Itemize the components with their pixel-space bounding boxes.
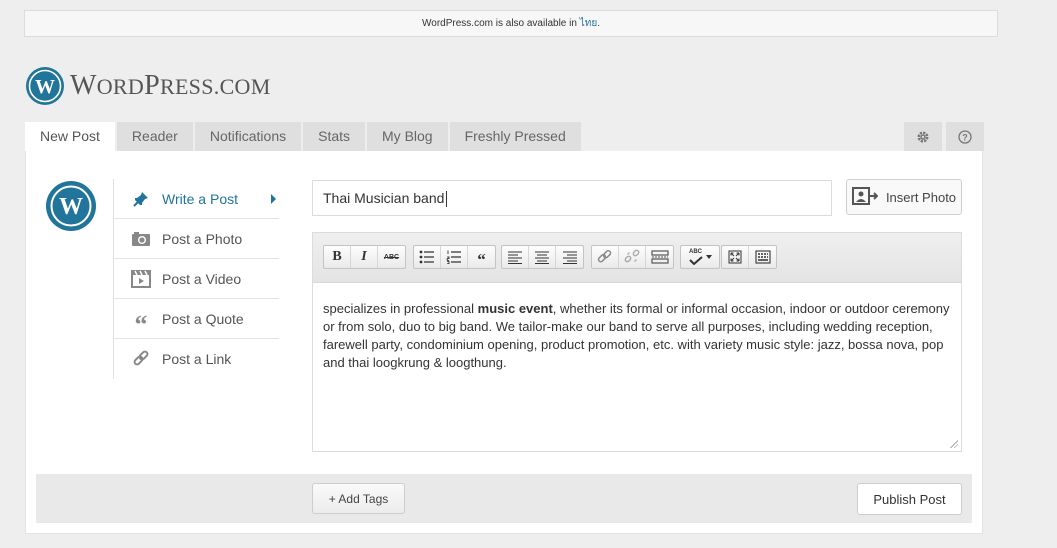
bold-button[interactable]: B (324, 246, 351, 268)
wordpress-w-icon: W (45, 180, 97, 237)
resize-handle-icon[interactable] (949, 439, 958, 448)
post-type-label: Write a Post (162, 190, 238, 207)
language-link[interactable]: ไทย (580, 18, 597, 29)
add-tags-button[interactable]: + Add Tags (312, 483, 405, 514)
insert-photo-button[interactable]: Insert Photo (846, 179, 962, 215)
caret-right-icon (271, 194, 276, 204)
help-icon[interactable]: ? (946, 122, 984, 151)
bullet-list-button[interactable] (414, 246, 441, 268)
bullet-list-icon (419, 250, 434, 264)
view-group (721, 245, 777, 269)
post-type-quote[interactable]: “ Post a Quote (114, 299, 279, 339)
insert-photo-icon (851, 186, 879, 208)
post-title-value: Thai Musician band (323, 190, 445, 206)
content-text: specializes in professional (323, 301, 478, 316)
fullscreen-button[interactable] (722, 246, 749, 268)
post-type-label: Post a Quote (162, 310, 244, 327)
kitchen-sink-icon (754, 250, 771, 264)
post-type-label: Post a Link (162, 351, 232, 367)
editor-toolbar: B I ABC “ ABC (313, 233, 961, 283)
format-group: B I ABC (323, 245, 406, 269)
align-right-button[interactable] (556, 246, 583, 268)
unlink-button[interactable] (619, 246, 646, 268)
tab-new-post[interactable]: New Post (25, 122, 115, 151)
text-cursor (446, 191, 448, 208)
align-right-icon (562, 250, 577, 264)
numbered-list-button[interactable] (441, 246, 468, 268)
list-group: “ (413, 245, 496, 269)
tab-notifications[interactable]: Notifications (194, 122, 302, 151)
align-center-icon (535, 250, 549, 264)
post-type-photo[interactable]: Post a Photo (114, 219, 279, 259)
post-content-area[interactable]: specializes in professional music event,… (313, 283, 961, 372)
post-title-input[interactable]: Thai Musician band (312, 180, 832, 216)
align-left-button[interactable] (502, 246, 529, 268)
align-center-button[interactable] (529, 246, 556, 268)
content-bold-text: music event (477, 301, 553, 316)
wordpress-wordmark: WORDPRESS.COM (70, 70, 271, 101)
wordpress-logo[interactable]: W WORDPRESS.COM (25, 66, 271, 106)
spellcheck-group: ABC (680, 245, 720, 269)
blockquote-button[interactable]: “ (468, 246, 495, 269)
insert-link-button[interactable] (592, 246, 619, 268)
insert-more-button[interactable] (646, 246, 673, 268)
italic-button[interactable]: I (351, 246, 378, 268)
post-footer (36, 474, 972, 523)
insert-photo-label: Insert Photo (885, 189, 957, 205)
fullscreen-icon (728, 250, 742, 264)
tab-freshly-pressed[interactable]: Freshly Pressed (449, 122, 581, 151)
spellcheck-icon: ABC (688, 249, 703, 265)
more-tag-icon (650, 250, 669, 264)
camera-icon (131, 231, 151, 247)
post-type-menu: Write a Post Post a Photo Post a Video “… (113, 179, 279, 379)
strikethrough-button[interactable]: ABC (378, 246, 405, 268)
post-type-label: Post a Video (162, 270, 242, 287)
main-tabs: New Post Reader Notifications Stats My B… (25, 122, 583, 151)
publish-post-button[interactable]: Publish Post (857, 483, 962, 515)
svg-text:W: W (35, 76, 55, 98)
kitchen-sink-button[interactable] (749, 246, 776, 268)
numbered-list-icon (446, 250, 461, 264)
svg-text:W: W (59, 194, 83, 220)
unlink-icon (624, 249, 640, 263)
post-type-link[interactable]: Post a Link (114, 339, 279, 379)
tab-stats[interactable]: Stats (303, 122, 366, 151)
link-icon (131, 350, 151, 368)
tab-reader[interactable]: Reader (116, 122, 193, 151)
svg-text:?: ? (962, 132, 968, 142)
insert-group (591, 245, 674, 269)
spellcheck-button[interactable]: ABC (681, 246, 719, 268)
pin-icon (131, 190, 151, 208)
gear-icon[interactable] (904, 122, 942, 151)
language-notice: WordPress.com is also available in ไทย. (24, 10, 998, 37)
align-left-icon (508, 250, 522, 264)
film-icon (131, 269, 151, 288)
link-icon (597, 249, 612, 263)
align-group (501, 245, 584, 269)
post-type-write[interactable]: Write a Post (114, 179, 279, 219)
post-type-label: Post a Photo (162, 230, 243, 247)
post-editor: B I ABC “ ABC specializes in professiona… (312, 232, 962, 452)
post-type-video[interactable]: Post a Video (114, 259, 279, 299)
chevron-down-icon (705, 255, 712, 259)
notice-text: WordPress.com is also available in (422, 18, 577, 29)
tab-my-blog[interactable]: My Blog (367, 122, 448, 151)
notice-end: . (597, 18, 600, 29)
quote-icon: “ (134, 309, 148, 339)
wordpress-logo-icon: W (26, 67, 64, 105)
